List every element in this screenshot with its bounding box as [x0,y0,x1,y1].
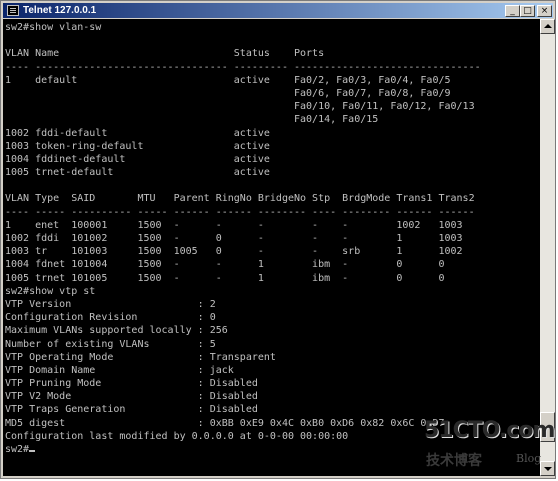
terminal-line: Fa0/6, Fa0/7, Fa0/8, Fa0/9 [5,87,451,99]
scroll-up-button[interactable] [540,19,555,34]
terminal-line: 1 enet 100001 1500 - - - - - 1002 1003 [5,219,463,231]
terminal-line: 1003 token-ring-default active [5,140,270,152]
terminal-line: 1005 trnet 101005 1500 - - 1 ibm - 0 0 [5,272,445,284]
watermark-blog: Blog [516,452,542,465]
telnet-window: Telnet 127.0.0.1 _ □ × sw2#show vlan-sw … [0,0,556,479]
terminal-line: VTP V2 Mode : Disabled [5,391,258,403]
terminal-line: VTP Domain Name : jack [5,364,234,376]
terminal-output[interactable]: sw2#show vlan-sw VLAN Name Status Ports … [3,19,540,476]
prompt: sw2# [5,444,30,455]
terminal-line: Number of existing VLANs : 5 [5,338,216,350]
terminal-line: Configuration Revision : 0 [5,312,216,324]
terminal-line: 1005 trnet-default active [5,167,270,179]
terminal-line: Maximum VLANs supported locally : 256 [5,325,228,337]
text-cursor [29,450,36,452]
vertical-scrollbar[interactable] [540,19,555,476]
terminal-line: 1002 fddi 101002 1500 - 0 - - - 1 1003 [5,233,463,244]
close-button[interactable]: × [537,5,552,17]
terminal-line: ---- -------------------------------- --… [5,61,481,73]
terminal-line: 1002 fddi-default active [5,127,270,139]
terminal-line: Fa0/14, Fa0/15 [5,114,379,126]
maximize-button[interactable]: □ [520,5,535,17]
terminal-app-icon [7,5,19,16]
terminal-line: VLAN Type SAID MTU Parent RingNo BridgeN… [5,193,475,205]
terminal-line: sw2#show vlan-sw [5,22,102,33]
terminal-line: VTP Version : 2 [5,298,216,310]
terminal-line: 1004 fddinet-default active [5,153,270,165]
terminal-line: ---- ----- ---------- ----- ------ -----… [5,206,475,218]
arrow-up-icon [544,24,552,28]
minimize-button[interactable]: _ [505,5,520,17]
site-watermark: 51CTO.com 技术博客 Blog [420,418,555,473]
terminal-line: VTP Traps Generation : Disabled [5,404,258,416]
watermark-logo: 51CTO.com [424,418,555,443]
watermark-subtitle: 技术博客 [426,453,482,469]
title-bar[interactable]: Telnet 127.0.0.1 _ □ × [3,3,553,18]
window-title: Telnet 127.0.0.1 [23,5,97,16]
terminal-line: 1003 tr 101003 1500 1005 0 - - srb 1 100… [5,246,463,258]
terminal-line: Fa0/10, Fa0/11, Fa0/12, Fa0/13 [5,101,475,113]
terminal-line: sw2#show vtp st [5,285,96,297]
terminal-line: 1 default active Fa0/2, Fa0/3, Fa0/4, Fa… [5,74,451,86]
terminal-line: VLAN Name Status Ports [5,48,325,60]
terminal-line: VTP Operating Mode : Transparent [5,351,276,363]
terminal-line: VTP Pruning Mode : Disabled [5,378,258,390]
terminal-line: 1004 fdnet 101004 1500 - - 1 ibm - 0 0 [5,259,445,271]
